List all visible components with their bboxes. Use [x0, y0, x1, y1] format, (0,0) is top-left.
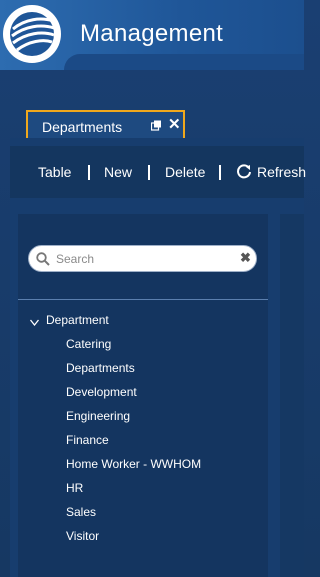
toolbar-separator [88, 165, 90, 180]
tree-item-engineering[interactable]: Engineering [66, 409, 201, 433]
pin-icon[interactable] [150, 118, 162, 131]
delete-button[interactable]: Delete [165, 164, 205, 180]
divider [18, 299, 268, 300]
search-input[interactable] [56, 250, 236, 268]
refresh-icon[interactable] [236, 163, 252, 179]
search-box: ✖ [28, 245, 257, 272]
globe-logo-icon [3, 5, 61, 63]
clear-search-icon[interactable]: ✖ [240, 250, 251, 266]
tree-item-hr[interactable]: HR [66, 481, 201, 505]
search-icon [36, 252, 50, 266]
app-title: Management [80, 20, 224, 47]
toolbar-separator [219, 165, 221, 180]
refresh-button[interactable]: Refresh [257, 164, 306, 180]
tree-item-sales[interactable]: Sales [66, 505, 201, 529]
toolbar-separator [148, 165, 150, 180]
tree-item-departments[interactable]: Departments [66, 361, 201, 385]
tree-item-finance[interactable]: Finance [66, 433, 201, 457]
detail-pane [280, 214, 304, 577]
chevron-down-icon[interactable] [29, 315, 40, 327]
table-button[interactable]: Table [38, 164, 71, 180]
new-button[interactable]: New [104, 164, 132, 180]
tree-item-catering[interactable]: Catering [66, 337, 201, 361]
tree-item-home-worker[interactable]: Home Worker - WWHOM [66, 457, 201, 481]
toolbar: Table New Delete Refresh [10, 146, 306, 198]
tree-root-label: Department [46, 313, 109, 327]
department-list: Catering Departments Development Enginee… [66, 337, 201, 553]
tree-item-visitor[interactable]: Visitor [66, 529, 201, 553]
tab-departments[interactable]: Departments ✕ [26, 110, 185, 138]
tab-label: Departments [42, 119, 123, 135]
tree-item-development[interactable]: Development [66, 385, 201, 409]
close-icon[interactable]: ✕ [168, 115, 181, 133]
header-wave-decoration [64, 54, 304, 70]
